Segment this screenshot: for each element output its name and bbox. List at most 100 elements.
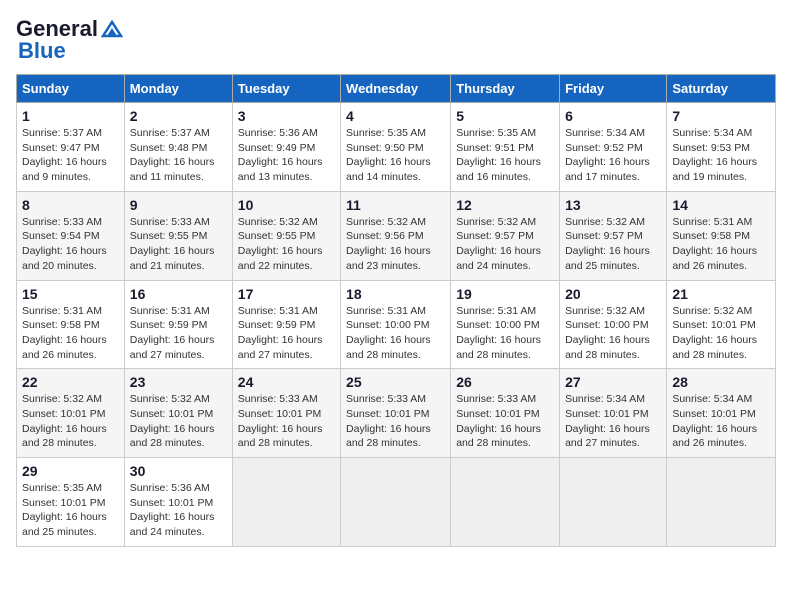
- day-detail: Sunrise: 5:32 AMSunset: 9:56 PMDaylight:…: [346, 215, 445, 274]
- day-detail: Sunrise: 5:33 AMSunset: 10:01 PMDaylight…: [238, 392, 335, 451]
- day-number: 15: [22, 286, 119, 302]
- day-number: 13: [565, 197, 661, 213]
- calendar-cell: 15Sunrise: 5:31 AMSunset: 9:58 PMDayligh…: [17, 280, 125, 369]
- day-number: 24: [238, 374, 335, 390]
- calendar-cell: 22 Sunrise: 5:32 AMSunset: 10:01 PMDaylig…: [17, 369, 125, 458]
- calendar-cell: 25 Sunrise: 5:33 AMSunset: 10:01 PMDaylig…: [341, 369, 451, 458]
- logo-blue-text: Blue: [18, 38, 66, 64]
- day-detail: Sunrise: 5:31 AMSunset: 10:00 PMDaylight…: [456, 304, 554, 363]
- day-number: 27: [565, 374, 661, 390]
- day-number: 18: [346, 286, 445, 302]
- day-number: 29: [22, 463, 119, 479]
- page-header: General Blue: [16, 16, 776, 64]
- day-detail: Sunrise: 5:32 AMSunset: 9:57 PMDaylight:…: [565, 215, 661, 274]
- calendar-cell: 27Sunrise: 5:34 AMSunset: 10:01 PMDaylig…: [560, 369, 667, 458]
- day-detail: Sunrise: 5:33 AMSunset: 9:54 PMDaylight:…: [22, 215, 119, 274]
- day-detail: Sunrise: 5:37 AMSunset: 9:48 PMDaylight:…: [130, 126, 227, 185]
- day-detail: Sunrise: 5:33 AMSunset: 10:01 PMDaylight…: [346, 392, 445, 451]
- day-number: 9: [130, 197, 227, 213]
- weekday-header-monday: Monday: [124, 75, 232, 103]
- day-number: 22: [22, 374, 119, 390]
- day-number: 12: [456, 197, 554, 213]
- calendar-cell: 1Sunrise: 5:37 AMSunset: 9:47 PMDaylight…: [17, 103, 125, 192]
- weekday-header-tuesday: Tuesday: [232, 75, 340, 103]
- calendar-cell: 10 Sunrise: 5:32 AMSunset: 9:55 PMDayligh…: [232, 191, 340, 280]
- calendar-cell: 14Sunrise: 5:31 AMSunset: 9:58 PMDayligh…: [667, 191, 776, 280]
- day-detail: Sunrise: 5:36 AMSunset: 9:49 PMDaylight:…: [238, 126, 335, 185]
- day-number: 8: [22, 197, 119, 213]
- logo: General Blue: [16, 16, 123, 64]
- day-number: 23: [130, 374, 227, 390]
- weekday-header-sunday: Sunday: [17, 75, 125, 103]
- calendar-cell: 2Sunrise: 5:37 AMSunset: 9:48 PMDaylight…: [124, 103, 232, 192]
- calendar-cell: 24 Sunrise: 5:33 AMSunset: 10:01 PMDaylig…: [232, 369, 340, 458]
- day-detail: Sunrise: 5:32 AMSunset: 10:01 PMDaylight…: [130, 392, 227, 451]
- calendar-cell: 23 Sunrise: 5:32 AMSunset: 10:01 PMDaylig…: [124, 369, 232, 458]
- calendar-cell: 9 Sunrise: 5:33 AMSunset: 9:55 PMDaylight…: [124, 191, 232, 280]
- day-number: 19: [456, 286, 554, 302]
- day-number: 26: [456, 374, 554, 390]
- day-number: 17: [238, 286, 335, 302]
- day-detail: Sunrise: 5:32 AMSunset: 10:01 PMDaylight…: [672, 304, 770, 363]
- calendar-cell: 17 Sunrise: 5:31 AMSunset: 9:59 PMDayligh…: [232, 280, 340, 369]
- calendar-cell: 19 Sunrise: 5:31 AMSunset: 10:00 PMDaylig…: [451, 280, 560, 369]
- day-detail: Sunrise: 5:34 AMSunset: 9:52 PMDaylight:…: [565, 126, 661, 185]
- weekday-header-friday: Friday: [560, 75, 667, 103]
- day-detail: Sunrise: 5:32 AMSunset: 10:01 PMDaylight…: [22, 392, 119, 451]
- day-number: 28: [672, 374, 770, 390]
- day-number: 30: [130, 463, 227, 479]
- day-detail: Sunrise: 5:31 AMSunset: 9:59 PMDaylight:…: [130, 304, 227, 363]
- calendar-cell: [667, 458, 776, 547]
- calendar-cell: [341, 458, 451, 547]
- day-detail: Sunrise: 5:35 AMSunset: 10:01 PMDaylight…: [22, 481, 119, 540]
- day-number: 5: [456, 108, 554, 124]
- calendar-cell: 11 Sunrise: 5:32 AMSunset: 9:56 PMDayligh…: [341, 191, 451, 280]
- calendar-table: SundayMondayTuesdayWednesdayThursdayFrid…: [16, 74, 776, 547]
- calendar-cell: [451, 458, 560, 547]
- day-detail: Sunrise: 5:32 AMSunset: 9:57 PMDaylight:…: [456, 215, 554, 274]
- calendar-cell: 6 Sunrise: 5:34 AMSunset: 9:52 PMDaylight…: [560, 103, 667, 192]
- day-detail: Sunrise: 5:32 AMSunset: 10:00 PMDaylight…: [565, 304, 661, 363]
- weekday-header-thursday: Thursday: [451, 75, 560, 103]
- day-detail: Sunrise: 5:35 AMSunset: 9:50 PMDaylight:…: [346, 126, 445, 185]
- day-number: 4: [346, 108, 445, 124]
- calendar-cell: 5Sunrise: 5:35 AMSunset: 9:51 PMDaylight…: [451, 103, 560, 192]
- day-detail: Sunrise: 5:34 AMSunset: 9:53 PMDaylight:…: [672, 126, 770, 185]
- calendar-cell: 28 Sunrise: 5:34 AMSunset: 10:01 PMDaylig…: [667, 369, 776, 458]
- calendar-cell: 4 Sunrise: 5:35 AMSunset: 9:50 PMDaylight…: [341, 103, 451, 192]
- calendar-cell: 8 Sunrise: 5:33 AMSunset: 9:54 PMDaylight…: [17, 191, 125, 280]
- day-number: 21: [672, 286, 770, 302]
- calendar-cell: 12 Sunrise: 5:32 AMSunset: 9:57 PMDayligh…: [451, 191, 560, 280]
- day-detail: Sunrise: 5:32 AMSunset: 9:55 PMDaylight:…: [238, 215, 335, 274]
- day-detail: Sunrise: 5:33 AMSunset: 10:01 PMDaylight…: [456, 392, 554, 451]
- day-number: 11: [346, 197, 445, 213]
- day-detail: Sunrise: 5:33 AMSunset: 9:55 PMDaylight:…: [130, 215, 227, 274]
- day-number: 16: [130, 286, 227, 302]
- day-detail: Sunrise: 5:31 AMSunset: 10:00 PMDaylight…: [346, 304, 445, 363]
- day-number: 6: [565, 108, 661, 124]
- calendar-cell: [560, 458, 667, 547]
- calendar-cell: 29 Sunrise: 5:35 AMSunset: 10:01 PMDaylig…: [17, 458, 125, 547]
- calendar-cell: 3 Sunrise: 5:36 AMSunset: 9:49 PMDaylight…: [232, 103, 340, 192]
- day-number: 1: [22, 108, 119, 124]
- calendar-cell: [232, 458, 340, 547]
- day-number: 20: [565, 286, 661, 302]
- calendar-cell: 16 Sunrise: 5:31 AMSunset: 9:59 PMDayligh…: [124, 280, 232, 369]
- calendar-cell: 20 Sunrise: 5:32 AMSunset: 10:00 PMDaylig…: [560, 280, 667, 369]
- day-detail: Sunrise: 5:31 AMSunset: 9:59 PMDaylight:…: [238, 304, 335, 363]
- day-number: 25: [346, 374, 445, 390]
- day-detail: Sunrise: 5:34 AMSunset: 10:01 PMDaylight…: [672, 392, 770, 451]
- calendar-cell: 26 Sunrise: 5:33 AMSunset: 10:01 PMDaylig…: [451, 369, 560, 458]
- day-number: 10: [238, 197, 335, 213]
- logo-icon: [101, 20, 123, 38]
- calendar-cell: 7 Sunrise: 5:34 AMSunset: 9:53 PMDaylight…: [667, 103, 776, 192]
- day-detail: Sunrise: 5:36 AMSunset: 10:01 PMDaylight…: [130, 481, 227, 540]
- weekday-header-wednesday: Wednesday: [341, 75, 451, 103]
- day-detail: Sunrise: 5:31 AMSunset: 9:58 PMDaylight:…: [672, 215, 770, 274]
- day-number: 3: [238, 108, 335, 124]
- day-number: 7: [672, 108, 770, 124]
- weekday-header-saturday: Saturday: [667, 75, 776, 103]
- calendar-cell: 13 Sunrise: 5:32 AMSunset: 9:57 PMDayligh…: [560, 191, 667, 280]
- calendar-cell: 30 Sunrise: 5:36 AMSunset: 10:01 PMDaylig…: [124, 458, 232, 547]
- calendar-cell: 18 Sunrise: 5:31 AMSunset: 10:00 PMDaylig…: [341, 280, 451, 369]
